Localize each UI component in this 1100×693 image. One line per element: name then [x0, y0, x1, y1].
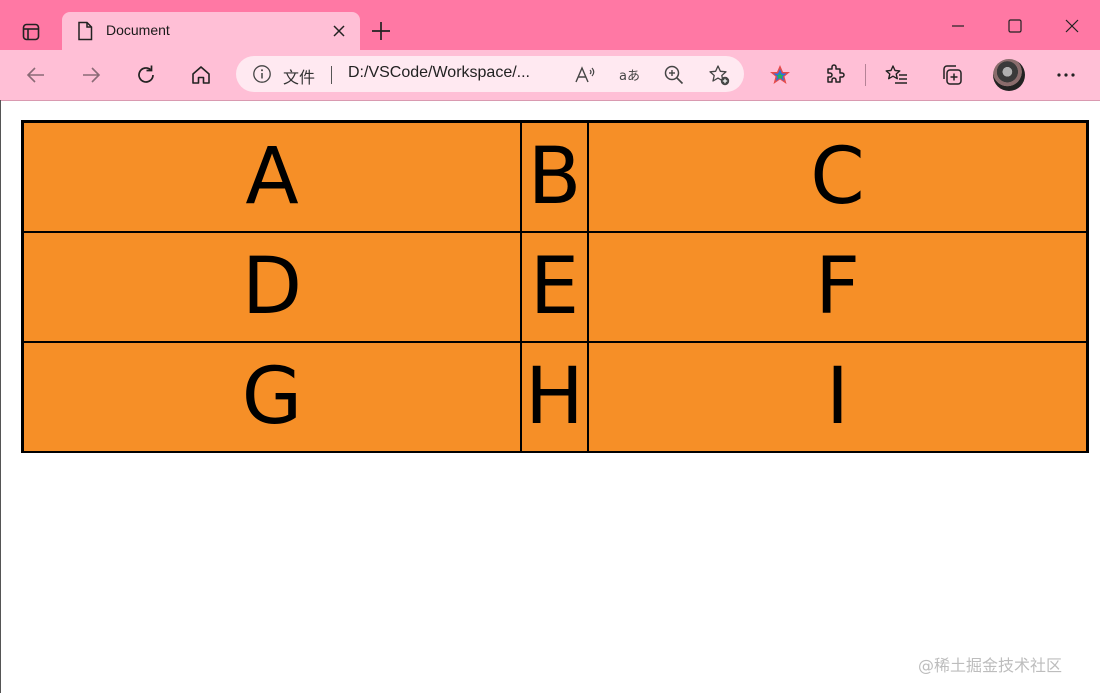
grid-cell-i: I	[588, 342, 1087, 452]
grid-cell-f: F	[588, 232, 1087, 342]
zoom-icon[interactable]	[662, 63, 686, 87]
close-tab-icon[interactable]	[330, 22, 348, 40]
translate-icon[interactable]: aあ	[618, 63, 642, 87]
title-bar: Document	[0, 0, 1100, 50]
profile-avatar[interactable]	[993, 59, 1025, 91]
collections-icon[interactable]	[940, 63, 964, 87]
new-tab-icon[interactable]	[370, 20, 392, 42]
toolbar: 文件 D:/VSCode/Workspace/... aあ	[0, 50, 1100, 101]
svg-text:aあ: aあ	[619, 69, 640, 84]
address-scheme: 文件	[283, 70, 316, 87]
minimize-icon[interactable]	[948, 16, 968, 36]
close-window-icon[interactable]	[1062, 16, 1082, 36]
more-options-icon[interactable]	[1054, 63, 1078, 87]
grid-cell-d: D	[23, 232, 521, 342]
document-icon	[78, 21, 93, 41]
tab-title: Document	[106, 22, 170, 38]
address-bar[interactable]: 文件 D:/VSCode/Workspace/... aあ	[236, 56, 744, 92]
sidebar-toggle-button[interactable]	[16, 17, 46, 47]
grid-cell-a: A	[23, 122, 521, 232]
window-left-border	[0, 100, 1, 693]
info-icon[interactable]	[252, 64, 272, 84]
address-separator	[331, 66, 332, 84]
letter-grid: A B C D E F G H I	[21, 120, 1089, 453]
watermark: @稀土掘金技术社区	[918, 656, 1063, 675]
sidebar-icon	[22, 23, 40, 41]
grid-cell-h: H	[521, 342, 588, 452]
add-favorite-icon[interactable]	[707, 63, 731, 87]
grid-cell-g: G	[23, 342, 521, 452]
address-url[interactable]: D:/VSCode/Workspace/...	[348, 64, 530, 82]
tab-document[interactable]: Document	[62, 12, 360, 50]
toolbar-divider	[865, 64, 866, 86]
forward-icon[interactable]	[79, 63, 103, 87]
read-aloud-icon[interactable]	[573, 63, 597, 87]
back-icon[interactable]	[24, 63, 48, 87]
extensions-icon[interactable]	[823, 63, 847, 87]
favorites-icon[interactable]	[885, 63, 909, 87]
maximize-icon[interactable]	[1005, 16, 1025, 36]
home-icon[interactable]	[189, 63, 213, 87]
grid-cell-e: E	[521, 232, 588, 342]
extension-colorful-icon[interactable]	[768, 63, 792, 87]
refresh-icon[interactable]	[134, 63, 158, 87]
grid-cell-b: B	[521, 122, 588, 232]
grid-cell-c: C	[588, 122, 1087, 232]
